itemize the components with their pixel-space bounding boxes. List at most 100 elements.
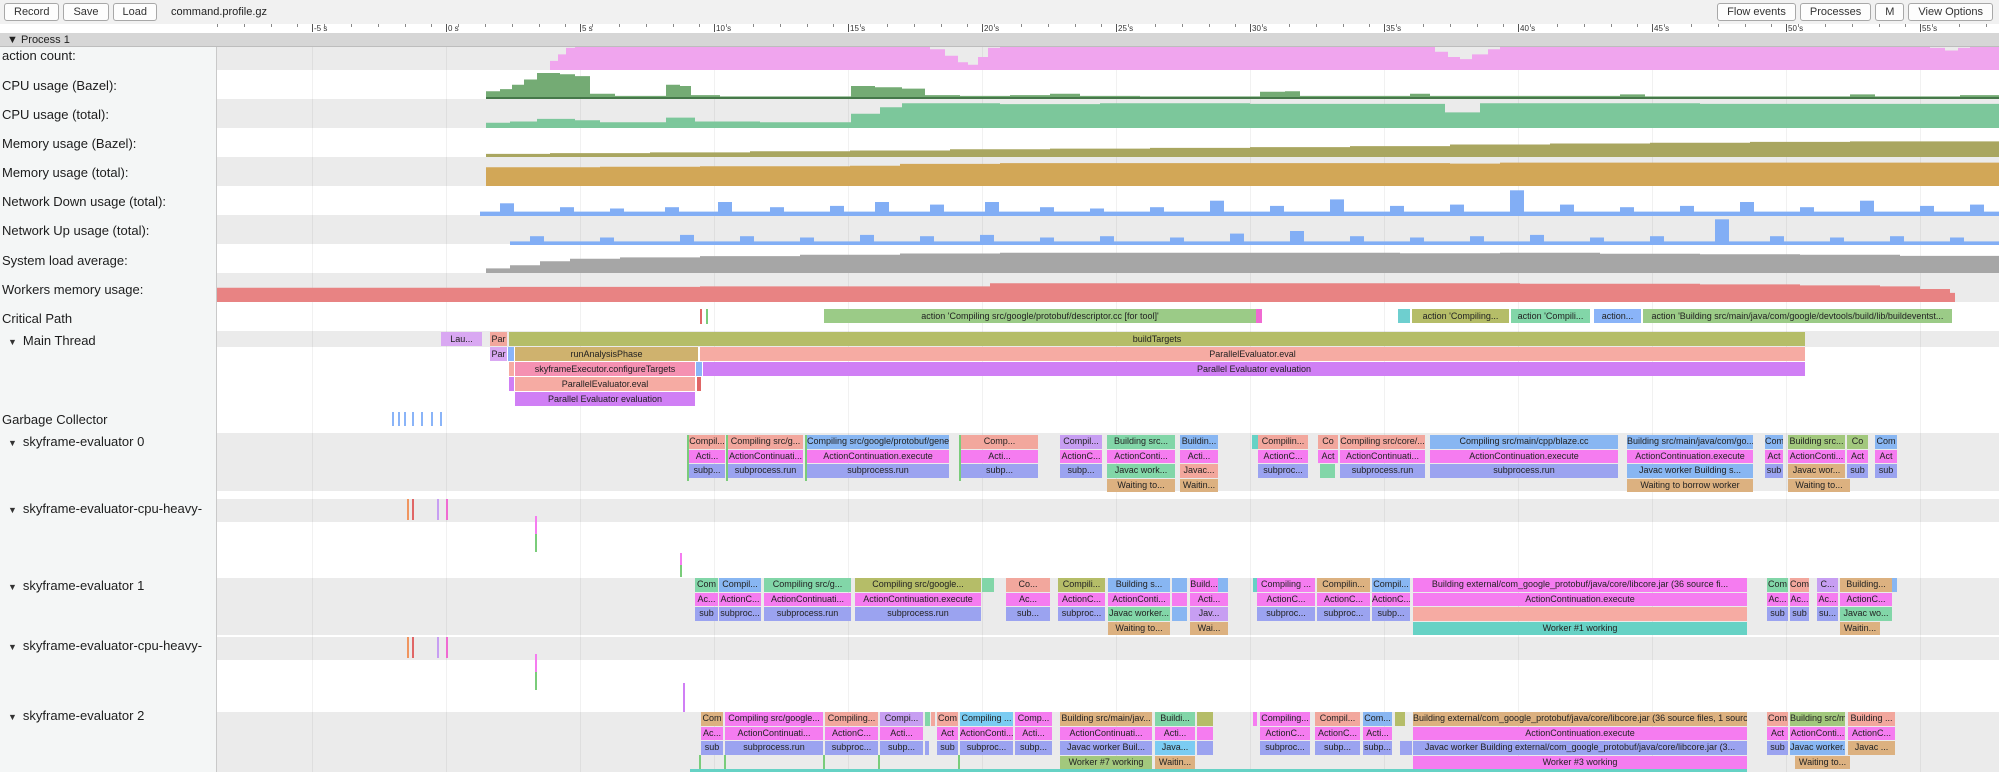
skyframe-evaluator-0-event[interactable]: subprocess.run [807,464,949,478]
gc-event-tick[interactable] [392,412,394,426]
skyframe-evaluator-2-event[interactable]: Waiting to... [1795,756,1850,770]
main-thread-event[interactable]: ParallelEvaluator.eval [700,347,1805,361]
skyframe-evaluator-2-event[interactable] [1395,712,1405,726]
main-thread-event[interactable]: skyframeExecutor.configureTargets [515,362,695,376]
skyframe-evaluator-0-event[interactable]: Building src/main/java/com/go... [1627,435,1753,449]
skyframe-evaluator-1-event[interactable]: Building s... [1108,578,1170,592]
main-thread-event[interactable]: Lau... [441,332,482,346]
skyframe-evaluator-0-event[interactable]: Javac wor... [1788,464,1845,478]
skyframe-evaluator-2-event[interactable]: Compil... [1315,712,1360,726]
skyframe-evaluator-2-event[interactable]: Building ... [1848,712,1895,726]
main-thread-event[interactable]: ParallelEvaluator.eval [515,377,695,391]
skyframe-evaluator-2-event[interactable]: ActionConti... [1790,727,1845,741]
gc-event-tick[interactable] [431,412,433,426]
main-thread-event[interactable]: buildTargets [509,332,1805,346]
micro-event-tick[interactable] [412,637,414,658]
skyframe-evaluator-0-event[interactable]: ActionC... [1258,450,1308,464]
processes-button[interactable]: Processes [1800,3,1871,21]
skyframe-evaluator-1-event[interactable]: Ac... [1817,593,1838,607]
skyframe-evaluator-0-event[interactable]: ActionContinuation.execute [1627,450,1753,464]
skyframe-evaluator-2-event[interactable]: sub [937,741,958,755]
skyframe-evaluator-0-event[interactable]: subp... [689,464,725,478]
critical-path-event[interactable]: action 'Compiling... [1412,309,1509,323]
micro-event-tick[interactable] [724,755,726,769]
main-thread-event[interactable]: Parallel Evaluator evaluation [703,362,1805,376]
counter-chart-cpu-usage-bazel[interactable] [217,71,1999,100]
skyframe-evaluator-1-event[interactable]: Compilin... [1317,578,1370,592]
skyframe-evaluator-0-event[interactable]: ActionContinuati... [1340,450,1425,464]
expand-triangle-icon[interactable]: ▼ [8,438,17,448]
skyframe-evaluator-2-event[interactable] [925,712,930,726]
main-thread-event[interactable]: Parallel Evaluator evaluation [515,392,695,406]
metrics-button[interactable]: M [1875,3,1904,21]
micro-event-tick[interactable] [407,499,409,520]
skyframe-evaluator-2-event[interactable]: Act [937,727,958,741]
skyframe-evaluator-1-event[interactable]: Compiling src/google... [855,578,981,592]
skyframe-evaluator-1-event[interactable]: Wai... [1190,622,1228,636]
main-thread-event[interactable] [697,377,701,391]
micro-event-tick[interactable] [437,499,439,520]
skyframe-evaluator-2-event[interactable]: Acti... [1155,727,1195,741]
skyframe-evaluator-1-event[interactable]: Ac... [1767,593,1788,607]
skyframe-evaluator-2-event[interactable]: subp... [1363,741,1392,755]
skyframe-evaluator-2-event[interactable]: Javac ... [1848,741,1895,755]
skyframe-evaluator-2-event[interactable]: Javac worker... [1790,741,1845,755]
skyframe-evaluator-0-event[interactable]: Javac work... [1107,464,1175,478]
critical-path-event[interactable]: action 'Building src/main/java/com/googl… [1643,309,1952,323]
skyframe-evaluator-2-event[interactable]: ActionConti... [960,727,1013,741]
micro-event-tick[interactable] [726,435,728,481]
skyframe-evaluator-0-event[interactable]: Building src... [1788,435,1845,449]
skyframe-evaluator-1-event[interactable]: Ac... [1006,593,1050,607]
skyframe-evaluator-2-event[interactable]: ActionC... [1260,727,1310,741]
skyframe-evaluator-2-event[interactable]: subp... [1015,741,1052,755]
skyframe-evaluator-2-event[interactable]: Compiling src/google... [725,712,823,726]
micro-event-tick[interactable] [535,672,537,690]
skyframe-evaluator-0-event[interactable]: Javac worker Building s... [1627,464,1753,478]
skyframe-evaluator-2-event[interactable]: ActionContinuati... [1060,727,1152,741]
skyframe-evaluator-1-event[interactable]: ActionContinuation.execute [855,593,981,607]
skyframe-evaluator-1-event[interactable]: subprocess.run [764,607,851,621]
skyframe-evaluator-0-event[interactable]: subprocess.run [728,464,803,478]
counter-chart-memory-usage-total[interactable] [217,158,1999,187]
skyframe-evaluator-1-event[interactable]: Javac worker... [1108,607,1170,621]
skyframe-evaluator-2-event[interactable]: subprocess.run [725,741,823,755]
skyframe-evaluator-2-event[interactable]: subproc... [1260,741,1310,755]
skyframe-evaluator-1-event[interactable] [1172,578,1187,592]
micro-event-tick[interactable] [412,499,414,520]
critical-path-event[interactable]: action 'Compiling src/google/protobuf/de… [824,309,1256,323]
skyframe-evaluator-1-event[interactable]: Building... [1840,578,1892,592]
skyframe-evaluator-0-event[interactable]: subprocess.run [1430,464,1618,478]
main-thread-event[interactable]: runAnalysisPhase [515,347,698,361]
skyframe-evaluator-0-event[interactable]: Acti... [689,450,725,464]
track-label-skyframe-evaluator-cpu-heavy[interactable]: ▼skyframe-evaluator-cpu-heavy- [8,638,202,653]
skyframe-evaluator-0-event[interactable]: Acti... [961,450,1038,464]
skyframe-evaluator-1-event[interactable]: Com [1790,578,1809,592]
micro-event-tick[interactable] [680,565,682,577]
skyframe-evaluator-2-event[interactable]: Building external/com_google_protobuf/ja… [1413,712,1747,726]
process-header[interactable]: ▼ Process 1 [0,33,1999,47]
micro-event-tick[interactable] [446,637,448,658]
critical-path-event[interactable] [1256,309,1262,323]
skyframe-evaluator-2-event[interactable]: ActionC... [1848,727,1895,741]
skyframe-evaluator-1-event[interactable] [1172,607,1187,621]
skyframe-evaluator-2-event[interactable]: Waitin... [1155,756,1195,770]
skyframe-evaluator-0-event[interactable]: Act [1765,450,1783,464]
skyframe-evaluator-0-event[interactable]: Act [1847,450,1868,464]
skyframe-evaluator-0-event[interactable]: subproc... [1258,464,1308,478]
counter-chart-network-up-usage-total[interactable] [217,216,1999,245]
skyframe-evaluator-0-event[interactable]: ActionConti... [1107,450,1175,464]
skyframe-evaluator-1-event[interactable]: Com [695,578,718,592]
skyframe-evaluator-0-event[interactable]: Compiling src/main/cpp/blaze.cc [1430,435,1618,449]
skyframe-evaluator-1-event[interactable]: sub [1767,607,1788,621]
skyframe-evaluator-1-event[interactable]: Compiling src/g... [764,578,851,592]
micro-event-tick[interactable] [958,755,960,769]
skyframe-evaluator-1-event[interactable]: ActionC... [1317,593,1370,607]
skyframe-evaluator-2-event[interactable]: subp... [880,741,923,755]
skyframe-evaluator-0-event[interactable]: Waiting to... [1107,479,1175,493]
skyframe-evaluator-2-event[interactable]: sub [701,741,723,755]
main-thread-event[interactable]: Par [490,332,507,346]
micro-event-tick[interactable] [959,435,961,481]
skyframe-evaluator-2-event[interactable]: subproc... [825,741,878,755]
skyframe-evaluator-2-event[interactable]: ActionContinuati... [725,727,823,741]
main-thread-event[interactable] [696,362,702,376]
